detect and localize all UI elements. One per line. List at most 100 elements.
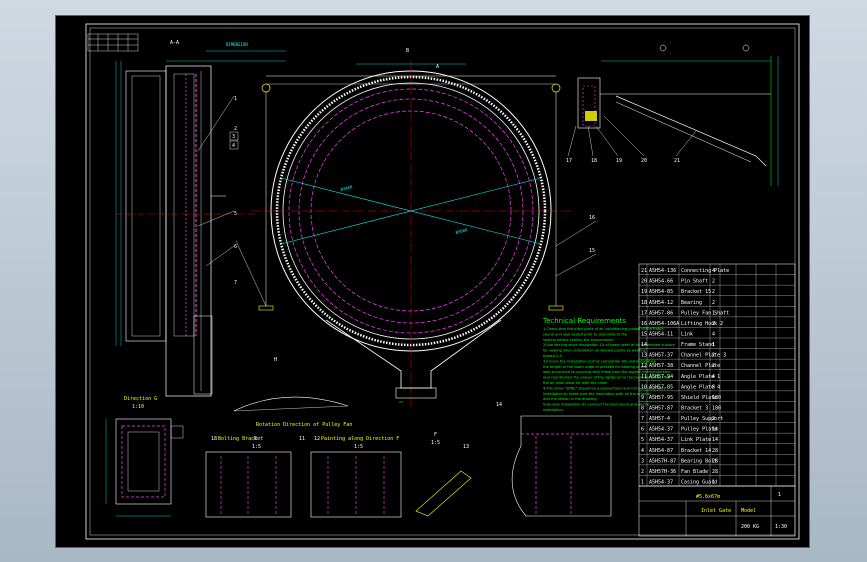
svg-text:12: 12 [314, 436, 320, 442]
bom-cell: Link Plate [681, 437, 711, 443]
bom-cell: A5H57-87 [649, 406, 673, 412]
cad-viewport[interactable]: A-A DIMENSION 1 2 3 4 5 6 7 Ø3400 Ø3600 … [55, 15, 810, 548]
bom-cell: A5H54-66 [649, 279, 673, 285]
bom-cell: A5H54-136 [649, 268, 676, 274]
bom-cell: 1 [712, 342, 715, 348]
bom-cell: 17 [641, 310, 647, 316]
bom-table: 21 A5H54-136 Connecting Plate420 A5H54-66 Pi… [638, 263, 796, 487]
svg-text:15: 15 [589, 248, 595, 254]
bom-cell: 2 [712, 279, 715, 285]
svg-text:11: 11 [299, 436, 305, 442]
bom-cell: 2 [712, 416, 715, 422]
section-label: A-A [170, 40, 179, 46]
svg-text:1:5: 1:5 [431, 440, 440, 446]
bom-cell: 20 [641, 279, 647, 285]
bom-cell: A5H57-4 [649, 416, 670, 422]
bom-cell: 18 [641, 300, 647, 306]
bom-cell: A5H57-38 [649, 363, 673, 369]
svg-text:DIMENSION: DIMENSION [226, 42, 248, 47]
bom-cell: Pin Shaft [681, 279, 708, 285]
bom-cell: 4 [712, 268, 715, 274]
bom-cell: 16 [641, 321, 647, 327]
svg-text:6: 6 [234, 244, 237, 250]
svg-text:21: 21 [674, 158, 680, 164]
bom-cell: 180 [712, 406, 721, 412]
bom-cell: 180 [712, 395, 721, 401]
model-number: #5.6x67m [696, 494, 720, 500]
bom-cell: A5H54-106A [649, 321, 679, 327]
bom-cell: A5H54-87 [649, 448, 673, 454]
svg-text:Direction G: Direction G [124, 396, 157, 402]
bom-cell: Pulley Support [681, 416, 723, 422]
bom-cell: 14 [712, 437, 718, 443]
svg-text:16: 16 [589, 215, 595, 221]
bom-cell: 28 [712, 448, 718, 454]
bom-cell: A5H54-37 [649, 480, 673, 486]
title-model: Model [741, 508, 756, 514]
svg-text:14: 14 [496, 402, 502, 408]
bom-cell: 28 [712, 469, 718, 475]
side-view-right: 17 18 19 20 21 [566, 44, 779, 186]
bom-cell: 2 [712, 363, 715, 369]
bom-cell: 2 [641, 469, 644, 475]
svg-text:7: 7 [234, 280, 237, 286]
bom-cell: 7 [641, 416, 644, 422]
svg-text:1:5: 1:5 [252, 444, 261, 450]
bom-cell: 4 [641, 448, 644, 454]
title-scale: 1:30 [775, 524, 787, 530]
note-line: 3.Ensure the installation (Crmis calcula… [543, 359, 656, 363]
svg-text:18: 18 [591, 158, 597, 164]
bom-cell: 4 [712, 332, 715, 338]
svg-text:18: 18 [211, 436, 217, 442]
revision-grid [87, 33, 139, 52]
bom-cell: 2 [712, 353, 715, 359]
bom-cell: Link [681, 332, 693, 338]
bom-cell: 15 [641, 332, 647, 338]
bom-cell: 4 [712, 374, 715, 380]
bom-cell: A5H54-37 [649, 437, 673, 443]
bom-cell: A5H54-12 [649, 300, 673, 306]
bom-cell: A5H57H-36 [649, 469, 676, 475]
main-ring-view: Ø3400 Ø3600 B A [251, 48, 571, 411]
note-line: 5.Re-seal installation (F) connect the f… [543, 403, 650, 407]
bom-cell: Lifting Hook 2 [681, 321, 723, 327]
bom-cell: 1 [712, 310, 715, 316]
bom-cell: 13 [641, 353, 647, 359]
bom-cell: Bracket 3 [681, 406, 708, 412]
title-weight: 200 KG [741, 524, 759, 530]
bom-cell: Pulley Fan Shaft [681, 310, 729, 316]
svg-text:5: 5 [234, 211, 237, 217]
direction-g-detail: Direction G 1:10 [105, 396, 184, 517]
svg-text:B: B [406, 48, 409, 54]
svg-text:Ø3400: Ø3400 [340, 184, 353, 192]
bom-cell: 21 [641, 268, 647, 274]
bom-cell: A5H54-85 [649, 289, 673, 295]
bom-cell: 9 [641, 395, 644, 401]
callouts-left: 1 2 3 4 5 6 7 [197, 95, 267, 307]
painting-detail: 11 12 Painting along Direction F 1:5 [299, 436, 402, 518]
svg-text:1:10: 1:10 [132, 404, 144, 410]
bom-cell: A5H57-86 [649, 310, 673, 316]
note-line: for sealing when installation all welded… [543, 349, 646, 353]
bom-cell: Channel Plate 3 [681, 353, 726, 359]
bom-cell: A5H57-94 [649, 374, 673, 380]
bom-cell: 8 [712, 384, 715, 390]
svg-text:F: F [434, 432, 437, 438]
drawing-canvas: A-A DIMENSION 1 2 3 4 5 6 7 Ø3400 Ø3600 … [85, 23, 800, 540]
note-line: 2.Use sealing when dissipation 10 of she… [543, 343, 676, 347]
svg-text:H: H [274, 357, 277, 363]
bom-cell: 2 [712, 289, 715, 295]
note-line: sealing before sealing the transmission. [543, 338, 615, 342]
detail-14: 14 [496, 402, 612, 517]
svg-text:19: 19 [616, 158, 622, 164]
bom-cell: 14 [641, 342, 647, 348]
rotation-detail: H Rotation Direction of Pulley Fan [233, 357, 352, 428]
bom-cell: A5H54-37 [649, 427, 673, 433]
bom-cell: A5H57-95 [649, 395, 673, 401]
note-line: installation to make sure the lamination… [543, 392, 650, 396]
bom-cell: 2 [712, 321, 715, 327]
bom-cell: Bracket 14 [681, 448, 711, 454]
svg-text:Ø3600: Ø3600 [455, 227, 468, 235]
bom-cell: 1 [641, 480, 644, 486]
title-sheet: 1 [778, 492, 781, 498]
